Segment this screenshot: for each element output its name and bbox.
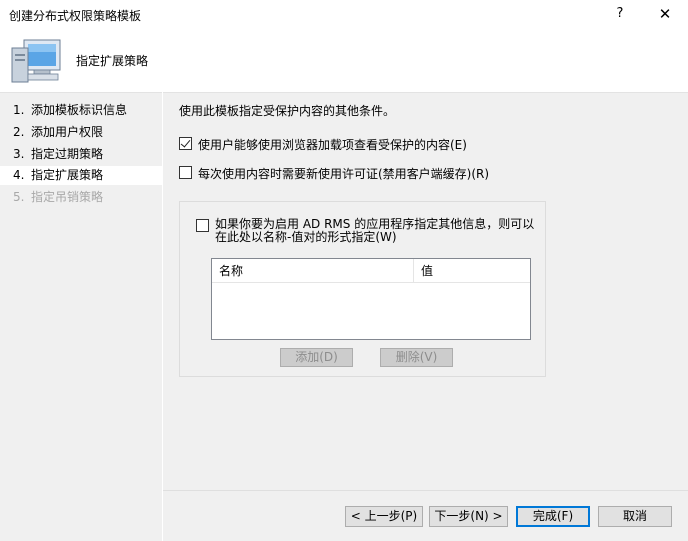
- step-label: 指定吊销策略: [31, 190, 104, 204]
- step-label: 添加模板标识信息: [31, 103, 128, 117]
- finish-button[interactable]: 完成(F): [516, 506, 590, 527]
- name-value-group: 如果你要为启用 AD RMS 的应用程序指定其他信息，则可以在此处以名称-值对的…: [179, 201, 546, 377]
- step-item-user-rights[interactable]: 2. 添加用户权限: [0, 123, 162, 142]
- delete-button[interactable]: 删除(V): [380, 348, 453, 367]
- step-label: 指定扩展策略: [31, 168, 104, 182]
- step-number: 4.: [13, 168, 25, 182]
- window-title: 创建分布式权限策略模板: [9, 9, 142, 23]
- computer-icon: [10, 38, 64, 86]
- step-label: 指定过期策略: [31, 147, 104, 161]
- column-header-value[interactable]: 值: [414, 259, 530, 283]
- extra-info-option[interactable]: 如果你要为启用 AD RMS 的应用程序指定其他信息，则可以在此处以名称-值对的…: [196, 218, 536, 244]
- step-list: 1. 添加模板标识信息 2. 添加用户权限 3. 指定过期策略 4. 指定扩展策略 5.…: [0, 92, 162, 541]
- help-button[interactable]: ?: [606, 2, 634, 26]
- step-item-revocation-policy: 5. 指定吊销策略: [0, 188, 162, 207]
- step-number: 5.: [13, 190, 25, 204]
- step-number: 1.: [13, 103, 25, 117]
- step-number: 3.: [13, 147, 25, 161]
- title-bar: 创建分布式权限策略模板 ? ✕: [0, 0, 688, 30]
- step-item-expiration-policy[interactable]: 3. 指定过期策略: [0, 145, 162, 164]
- footer-divider: [163, 490, 688, 491]
- main-panel: 使用此模板指定受保护内容的其他条件。 使用户能够使用浏览器加载项查看受保护的内容…: [163, 92, 688, 541]
- browser-addon-option[interactable]: 使用户能够使用浏览器加载项查看受保护的内容(E): [179, 136, 467, 153]
- step-item-extended-policy[interactable]: 4. 指定扩展策略: [0, 166, 162, 185]
- extra-info-checkbox[interactable]: [196, 219, 209, 232]
- intro-text: 使用此模板指定受保护内容的其他条件。: [179, 104, 396, 118]
- next-button[interactable]: 下一步(N) >: [429, 506, 508, 527]
- browser-addon-checkbox[interactable]: [179, 137, 192, 150]
- step-item-template-identification[interactable]: 1. 添加模板标识信息: [0, 101, 162, 120]
- require-license-label: 每次使用内容时需要新使用许可证(禁用客户端缓存)(R): [198, 167, 490, 181]
- column-header-name[interactable]: 名称: [212, 259, 414, 283]
- page-title: 指定扩展策略: [76, 54, 149, 68]
- previous-button[interactable]: < 上一步(P): [345, 506, 423, 527]
- wizard-header: 指定扩展策略: [0, 30, 688, 92]
- step-number: 2.: [13, 125, 25, 139]
- add-button[interactable]: 添加(D): [280, 348, 353, 367]
- cancel-button[interactable]: 取消: [598, 506, 672, 527]
- require-license-checkbox[interactable]: [179, 166, 192, 179]
- close-button[interactable]: ✕: [650, 2, 680, 26]
- list-header: 名称 值: [212, 259, 530, 283]
- step-label: 添加用户权限: [31, 125, 104, 139]
- extra-info-label: 如果你要为启用 AD RMS 的应用程序指定其他信息，则可以在此处以名称-值对的…: [215, 217, 535, 244]
- name-value-list[interactable]: 名称 值: [211, 258, 531, 340]
- browser-addon-label: 使用户能够使用浏览器加载项查看受保护的内容(E): [198, 138, 467, 152]
- require-license-option[interactable]: 每次使用内容时需要新使用许可证(禁用客户端缓存)(R): [179, 165, 489, 182]
